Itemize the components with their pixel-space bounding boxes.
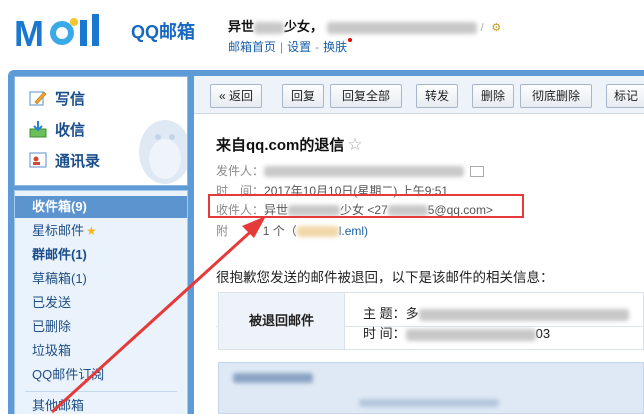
- star-icon: ★: [86, 224, 97, 238]
- top-nav: 邮箱首页 | 设置 - 换肤: [228, 38, 353, 55]
- redacted-text: [418, 308, 629, 321]
- settings-icon[interactable]: ⚙: [491, 22, 501, 34]
- toolbar: « 返回 回复 回复全部 转发 删除 彻底删除 标记: [194, 76, 644, 114]
- compose-button[interactable]: 写信: [29, 87, 85, 109]
- redacted-text: [233, 373, 313, 383]
- delete-forever-button[interactable]: 彻底删除: [520, 84, 592, 108]
- delete-button[interactable]: 删除: [472, 84, 514, 108]
- folder-group[interactable]: 群邮件(1): [15, 244, 187, 266]
- redacted-text: [359, 399, 499, 407]
- attachment-row: 附 1 个（ l.eml): [216, 224, 369, 238]
- folder-starred[interactable]: 星标邮件 ★: [15, 220, 187, 242]
- top-bar: M QQ邮箱 异世 少女， / ⚙ 邮箱首页 | 设置 - 换肤: [0, 0, 644, 66]
- contact-card-icon[interactable]: [470, 166, 485, 178]
- mail-logo[interactable]: M: [14, 12, 126, 52]
- star-outline-icon[interactable]: ☆: [347, 135, 362, 154]
- folder-other-mailbox[interactable]: 其他邮箱: [15, 395, 187, 414]
- compose-panel: 写信 收信 通讯录: [14, 76, 188, 186]
- redacted-text: [405, 328, 536, 341]
- bounced-mail-table: 被退回邮件 主 题：多 时 间： 03: [218, 292, 644, 350]
- folder-divider: [25, 391, 177, 392]
- nav-skin[interactable]: 换肤: [323, 40, 347, 54]
- sidebar: 写信 收信 通讯录 收件箱(9) 星标邮件 ★ 群邮件(1) 草稿箱(1) 已发送…: [14, 76, 188, 414]
- penguin-watermark-icon: [139, 120, 187, 184]
- bounced-subject: 主 题：多: [363, 303, 629, 322]
- redacted-sender: [264, 166, 465, 178]
- back-button[interactable]: « 返回: [210, 84, 262, 108]
- folder-drafts[interactable]: 草稿箱(1): [15, 268, 187, 290]
- forward-button[interactable]: 转发: [416, 84, 458, 108]
- brand-title: QQ邮箱: [131, 22, 196, 42]
- redacted-email: [327, 21, 478, 34]
- recipient-highlight-box: [208, 194, 524, 218]
- folder-list: 收件箱(9) 星标邮件 ★ 群邮件(1) 草稿箱(1) 已发送 已删除 垃圾箱 Q…: [14, 190, 188, 414]
- bounced-time: 时 间： 03: [363, 326, 551, 341]
- bounce-notice: 很抱歉您发送的邮件被退回，以下是该邮件的相关信息：: [216, 270, 554, 285]
- reply-all-button[interactable]: 回复全部: [330, 84, 402, 108]
- pen-icon: [29, 91, 47, 106]
- new-dot-icon: [348, 38, 353, 42]
- nav-settings[interactable]: 设置: [287, 40, 311, 54]
- nav-home[interactable]: 邮箱首页: [228, 40, 276, 54]
- receive-button[interactable]: 收信: [29, 118, 85, 140]
- folder-deleted[interactable]: 已删除: [15, 316, 187, 338]
- contacts-button[interactable]: 通讯录: [29, 149, 100, 171]
- message-view: « 返回 回复 回复全部 转发 删除 彻底删除 标记 来自qq.com的退信 ☆ …: [194, 76, 644, 414]
- svg-text:M: M: [14, 13, 44, 52]
- inbox-icon: [29, 121, 47, 138]
- sender-row: 发件人：: [216, 162, 485, 179]
- message-subject: 来自qq.com的退信 ☆: [216, 135, 363, 154]
- attachment-file-icon[interactable]: [296, 226, 339, 238]
- mark-button[interactable]: 标记: [606, 84, 644, 108]
- bounce-details-panel: [218, 362, 644, 414]
- contacts-icon: [29, 152, 47, 168]
- redacted-text: [254, 21, 285, 34]
- attachment-filename[interactable]: l.eml): [339, 224, 368, 238]
- edit-icon[interactable]: /: [481, 22, 484, 34]
- folder-sent[interactable]: 已发送: [15, 292, 187, 314]
- folder-spam[interactable]: 垃圾箱: [15, 340, 187, 362]
- folder-subscriptions[interactable]: QQ邮件订阅: [15, 364, 187, 386]
- bounced-mail-header: 被退回邮件: [219, 293, 345, 349]
- user-name: 异世 少女， / ⚙: [228, 19, 502, 34]
- folder-inbox[interactable]: 收件箱(9): [15, 196, 187, 218]
- reply-button[interactable]: 回复: [282, 84, 324, 108]
